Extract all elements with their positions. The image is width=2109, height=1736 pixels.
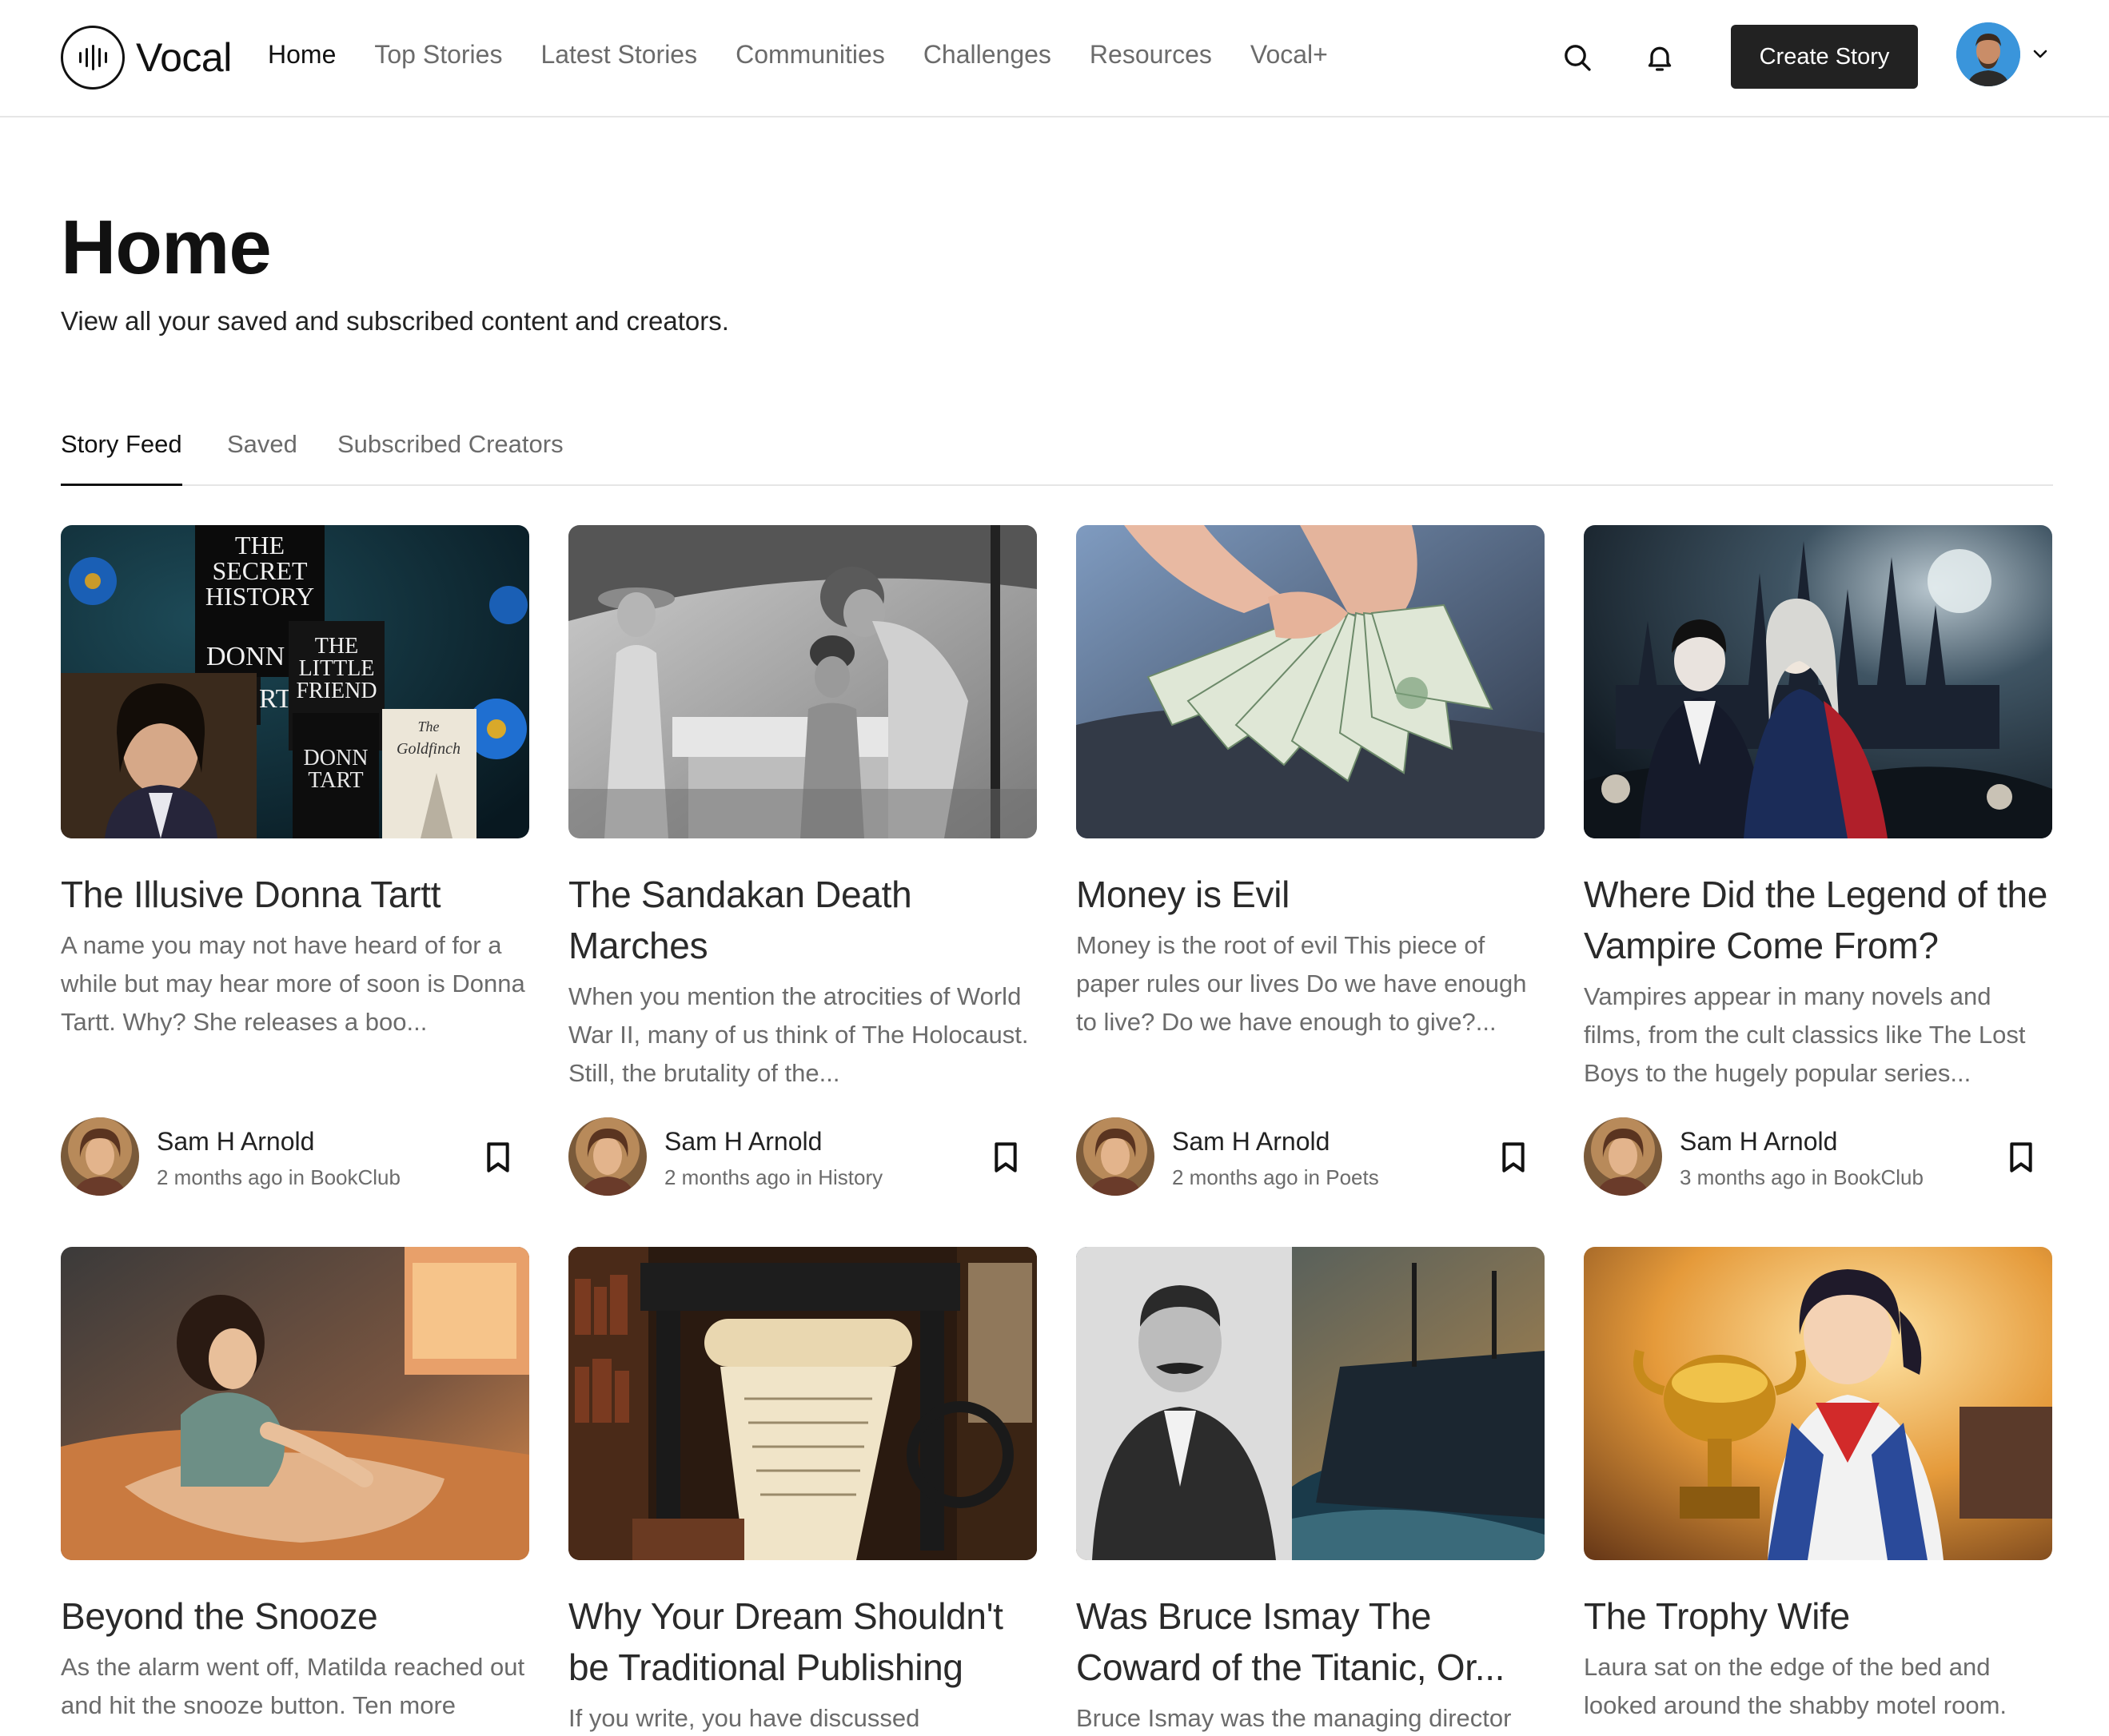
story-thumbnail[interactable] [1584, 1247, 2052, 1560]
bookmark-icon[interactable] [992, 1141, 1019, 1173]
story-title[interactable]: The Sandakan Death Marches [568, 869, 1037, 971]
story-card[interactable]: Money is Evil Money is the root of evil … [1076, 525, 1545, 1041]
story-excerpt: Laura sat on the edge of the bed and loo… [1584, 1653, 2007, 1719]
author-name[interactable]: Sam H Arnold [1172, 1127, 1330, 1157]
story-author-row: Sam H Arnold 2 months ago in History [568, 1117, 1037, 1196]
author-avatar[interactable] [568, 1117, 647, 1196]
story-author-row: Sam H Arnold 2 months ago in Poets [1076, 1117, 1545, 1196]
story-card[interactable]: The Sandakan Death Marches When you ment… [568, 525, 1037, 1093]
story-card[interactable]: THE SECRET HISTORY DONN RT THE LITTLE FR… [61, 525, 529, 1041]
tab-saved[interactable]: Saved [227, 430, 297, 486]
story-excerpt: A name you may not have heard of for a w… [61, 931, 525, 1036]
home-tabs: Story Feed Saved Subscribed Creators [61, 430, 2053, 486]
vocal-logo-icon [61, 26, 125, 90]
nav-vocal-plus[interactable]: Vocal+ [1250, 40, 1328, 70]
story-author-row: Sam H Arnold 3 months ago in BookClub [1584, 1117, 2052, 1196]
cover-text: FRIEND [296, 679, 377, 703]
nav-top-stories[interactable]: Top Stories [374, 40, 502, 70]
bookmark-icon[interactable] [484, 1141, 512, 1173]
cover-text: HISTORY [205, 582, 314, 611]
story-excerpt: Vampires appear in many novels and films… [1584, 982, 2026, 1087]
bookmark-icon[interactable] [2007, 1141, 2035, 1173]
tab-subscribed-creators[interactable]: Subscribed Creators [337, 430, 564, 486]
story-excerpt: Money is the root of evil This piece of … [1076, 931, 1527, 1036]
story-card[interactable]: Why Your Dream Shouldn't be Traditional … [568, 1247, 1037, 1736]
search-button[interactable] [1557, 37, 1598, 78]
story-excerpt: Bruce Ismay was the managing director [1076, 1704, 1512, 1732]
notifications-button[interactable] [1639, 37, 1680, 78]
story-thumbnail[interactable] [568, 525, 1037, 838]
cover-text: THE [315, 634, 358, 659]
search-icon [1565, 45, 1591, 71]
nav-resources[interactable]: Resources [1090, 40, 1212, 70]
story-author-row: Sam H Arnold 2 months ago in BookClub [61, 1117, 529, 1196]
author-name[interactable]: Sam H Arnold [1680, 1127, 1837, 1157]
cover-text: THE [235, 531, 285, 559]
create-story-button[interactable]: Create Story [1731, 25, 1918, 89]
story-thumbnail[interactable] [1076, 525, 1545, 838]
story-thumbnail[interactable]: THE SECRET HISTORY DONN RT THE LITTLE FR… [61, 525, 529, 838]
author-avatar[interactable] [1076, 1117, 1154, 1196]
cover-text: SECRET [212, 556, 308, 585]
story-title[interactable]: Why Your Dream Shouldn't be Traditional … [568, 1591, 1037, 1693]
cover-text: DONN [304, 746, 369, 770]
tab-story-feed[interactable]: Story Feed [61, 430, 182, 486]
story-thumbnail[interactable] [1076, 1247, 1545, 1560]
author-avatar[interactable] [61, 1117, 139, 1196]
cover-text: RT [259, 684, 293, 714]
nav-communities[interactable]: Communities [736, 40, 885, 70]
user-avatar[interactable] [1956, 22, 2020, 86]
main-nav: Home Top Stories Latest Stories Communit… [268, 40, 1366, 70]
brand-name: Vocal [136, 35, 232, 80]
chevron-down-icon[interactable] [2031, 44, 2050, 63]
vocal-logo[interactable]: Vocal [61, 26, 232, 90]
story-meta: 2 months ago in BookClub [157, 1165, 401, 1189]
story-excerpt: If you write, you have discussed [568, 1704, 920, 1732]
story-card[interactable]: Was Bruce Ismay The Coward of the Titani… [1076, 1247, 1545, 1736]
story-title[interactable]: Beyond the Snooze [61, 1591, 529, 1642]
story-title[interactable]: The Illusive Donna Tartt [61, 869, 529, 920]
author-avatar[interactable] [1584, 1117, 1662, 1196]
cover-text: LITTLE [299, 656, 375, 681]
cover-text: Goldfinch [397, 740, 460, 758]
story-meta: 2 months ago in History [664, 1165, 883, 1189]
story-meta: 2 months ago in Poets [1172, 1165, 1379, 1189]
nav-latest-stories[interactable]: Latest Stories [540, 40, 697, 70]
page-subtitle: View all your saved and subscribed conte… [61, 306, 729, 336]
bell-icon [1648, 46, 1672, 71]
story-thumbnail[interactable] [61, 1247, 529, 1560]
cover-text: The [418, 719, 440, 735]
cover-text: TART [308, 768, 363, 793]
story-meta: 3 months ago in BookClub [1680, 1165, 1924, 1189]
story-excerpt: When you mention the atrocities of World… [568, 982, 1029, 1087]
story-card[interactable]: Beyond the Snooze As the alarm went off,… [61, 1247, 529, 1725]
story-thumbnail[interactable] [568, 1247, 1037, 1560]
page-title: Home [61, 205, 272, 290]
story-card[interactable]: Where Did the Legend of the Vampire Come… [1584, 525, 2052, 1093]
author-name[interactable]: Sam H Arnold [664, 1127, 822, 1157]
author-name[interactable]: Sam H Arnold [157, 1127, 314, 1157]
story-title[interactable]: Was Bruce Ismay The Coward of the Titani… [1076, 1591, 1545, 1693]
nav-home[interactable]: Home [268, 40, 336, 70]
top-navigation-bar: Vocal Home Top Stories Latest Stories Co… [0, 0, 2109, 117]
story-title[interactable]: The Trophy Wife [1584, 1591, 2052, 1642]
story-card[interactable]: The Trophy Wife Laura sat on the edge of… [1584, 1247, 2052, 1725]
story-title[interactable]: Money is Evil [1076, 869, 1545, 920]
cover-text: DONN [206, 642, 285, 671]
story-title[interactable]: Where Did the Legend of the Vampire Come… [1584, 869, 2052, 971]
nav-challenges[interactable]: Challenges [923, 40, 1051, 70]
story-excerpt: As the alarm went off, Matilda reached o… [61, 1653, 525, 1719]
story-thumbnail[interactable] [1584, 525, 2052, 838]
bookmark-icon[interactable] [1500, 1141, 1527, 1173]
